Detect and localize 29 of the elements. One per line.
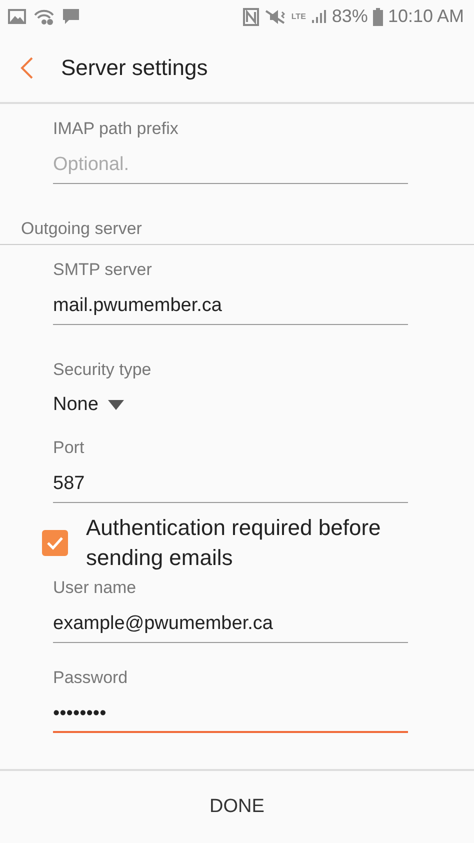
section-header: Outgoing server (21, 219, 142, 238)
field-label: Security type (53, 359, 152, 381)
picture-icon (8, 9, 26, 24)
checkmark-icon (46, 536, 64, 550)
wifi-icon (34, 8, 54, 24)
clock: 10:10 AM (388, 6, 464, 27)
caret-icon (108, 400, 124, 410)
signal-icon (310, 9, 327, 24)
battery-percent: 83% (332, 6, 368, 27)
field-label: Password (53, 667, 129, 689)
input-field[interactable]: 587 (53, 459, 408, 503)
field-label: User name (53, 577, 138, 599)
field-label: IMAP path prefix (53, 118, 180, 140)
field-label: Port (53, 437, 86, 459)
network-type: LTE (291, 12, 306, 21)
message-icon (62, 8, 80, 25)
screen-title: Server settings (61, 54, 208, 80)
mute-icon (264, 8, 286, 24)
input-field[interactable]: example@pwumember.ca (53, 599, 408, 643)
checkbox-label: Authentication required before sending emails (86, 514, 382, 572)
nfc-icon (243, 8, 260, 26)
security-dropdown[interactable]: None (53, 381, 408, 429)
input-field[interactable]: mail.pwumember.ca (53, 281, 408, 325)
battery-icon (372, 8, 383, 26)
done-button[interactable]: DONE (190, 788, 284, 826)
input-field[interactable]: Optional. (53, 140, 408, 184)
field-label: SMTP server (53, 259, 153, 281)
input-field[interactable]: •••••••• (53, 689, 408, 733)
checkbox[interactable] (42, 530, 68, 556)
